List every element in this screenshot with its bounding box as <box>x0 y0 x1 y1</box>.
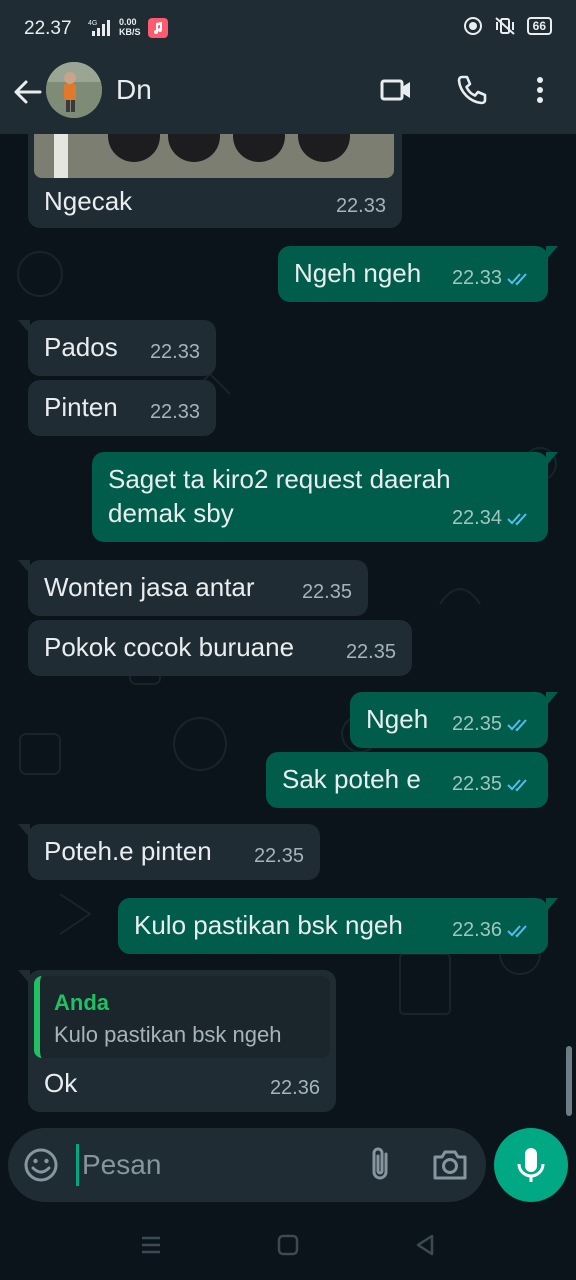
message-time: 22.35 <box>253 845 304 867</box>
read-receipt-icon <box>507 778 527 791</box>
message-image[interactable] <box>34 134 394 178</box>
mic-button[interactable] <box>494 1128 568 1202</box>
message-bubble-incoming[interactable]: Pokok cocok buruane 22.35 <box>28 620 412 676</box>
bubble-tail <box>546 692 558 706</box>
status-time: 22.37 <box>24 18 72 39</box>
quoted-author: Anda <box>54 990 109 1015</box>
message-text: Pados <box>44 332 118 362</box>
bubble-tail <box>546 898 558 912</box>
message-text: Wonten jasa antar <box>44 572 255 602</box>
message-bubble-incoming[interactable]: Pinten 22.33 <box>28 380 216 436</box>
read-receipt-icon <box>507 924 527 937</box>
message-bubble-outgoing[interactable]: Ngeh 22.35 <box>350 692 558 748</box>
message-composer <box>8 1128 486 1202</box>
message-time: 22.33 <box>149 341 200 363</box>
more-vert-icon[interactable] <box>522 72 558 108</box>
message-text: Pokok cocok buruane <box>44 632 295 662</box>
music-app-icon <box>148 18 168 38</box>
message-input[interactable] <box>82 1142 342 1188</box>
bubble-tail <box>18 320 30 334</box>
avatar[interactable] <box>46 62 102 118</box>
message-bubble-incoming[interactable]: Pados 22.33 <box>18 320 216 376</box>
message-time: 22.33 <box>335 195 386 217</box>
quoted-message[interactable]: Anda Kulo pastikan bsk ngeh <box>34 976 330 1058</box>
battery-indicator: 66 <box>526 17 552 35</box>
focus-mode-icon <box>463 17 482 35</box>
network-speed: 0.00 KB/S <box>119 17 141 37</box>
mic-icon <box>517 1148 545 1182</box>
message-time: 22.35 <box>452 773 532 796</box>
message-text-line2: demak sby <box>108 498 234 528</box>
svg-text:4G: 4G <box>88 20 97 27</box>
text-cursor <box>76 1144 79 1186</box>
message-time: 22.34 <box>452 507 532 530</box>
message-text: Ok <box>44 1068 78 1098</box>
contact-name[interactable]: Dn <box>116 74 152 106</box>
signal-icon: 4G <box>88 20 110 36</box>
chat-scrollbar[interactable] <box>566 1046 572 1116</box>
attach-icon[interactable] <box>360 1144 400 1184</box>
bubble-tail <box>18 824 30 838</box>
message-time: 22.33 <box>149 401 200 423</box>
back-nav-icon[interactable] <box>412 1232 438 1258</box>
message-text: Ngeh ngeh <box>294 258 422 288</box>
message-bubble-outgoing[interactable]: Kulo pastikan bsk ngeh 22.36 <box>118 898 558 954</box>
system-nav-bar <box>0 1208 576 1280</box>
message-time: 22.35 <box>452 713 532 736</box>
bubble-tail <box>546 246 558 260</box>
message-time: 22.35 <box>345 641 396 663</box>
camera-icon[interactable] <box>430 1146 470 1184</box>
phone-icon[interactable] <box>454 72 490 108</box>
message-text: Sak poteh e <box>282 764 421 794</box>
read-receipt-icon <box>507 272 527 285</box>
message-text: Ngeh <box>366 704 429 734</box>
message-text: Ngecak <box>44 186 133 216</box>
message-time: 22.35 <box>301 581 352 603</box>
chat-area[interactable]: Ngecak 22.33 Ngeh ngeh 22.33 Pados 22.33… <box>0 134 576 1130</box>
status-right: 66 <box>463 16 552 36</box>
message-bubble-incoming-reply[interactable]: Anda Kulo pastikan bsk ngeh Ok 22.36 <box>18 970 336 1112</box>
home-icon[interactable] <box>275 1232 301 1258</box>
message-bubble-outgoing[interactable]: Ngeh ngeh 22.33 <box>278 246 558 302</box>
message-time: 22.33 <box>452 267 532 290</box>
bubble-tail <box>546 452 558 466</box>
bubble-tail <box>18 970 30 984</box>
status-bar: 22.37 4G 0.00 KB/S 66 <box>0 0 576 58</box>
read-receipt-icon <box>507 512 527 525</box>
message-bubble-outgoing[interactable]: Sak poteh e 22.35 <box>266 752 548 808</box>
emoji-icon[interactable] <box>22 1146 60 1184</box>
chat-header: Dn <box>0 58 576 134</box>
message-time: 22.36 <box>269 1077 320 1099</box>
quoted-text: Kulo pastikan bsk ngeh <box>54 1022 282 1047</box>
message-text-line1: Saget ta kiro2 request daerah <box>108 464 451 494</box>
back-arrow-icon[interactable] <box>10 74 46 110</box>
message-text: Kulo pastikan bsk ngeh <box>134 910 403 940</box>
vibrate-mute-icon <box>494 17 515 35</box>
read-receipt-icon <box>507 718 527 731</box>
message-bubble-incoming[interactable]: Ngecak 22.33 <box>28 134 402 228</box>
message-text: Pinten <box>44 392 118 422</box>
message-time: 22.36 <box>452 919 532 942</box>
message-text: Poteh.e pinten <box>44 836 212 866</box>
message-bubble-incoming[interactable]: Poteh.e pinten 22.35 <box>18 824 320 880</box>
bubble-tail <box>18 560 30 574</box>
message-bubble-outgoing[interactable]: Saget ta kiro2 request daerah demak sby … <box>92 452 558 542</box>
video-call-icon[interactable] <box>378 72 414 108</box>
message-bubble-incoming[interactable]: Wonten jasa antar 22.35 <box>18 560 368 616</box>
recents-icon[interactable] <box>138 1232 164 1258</box>
